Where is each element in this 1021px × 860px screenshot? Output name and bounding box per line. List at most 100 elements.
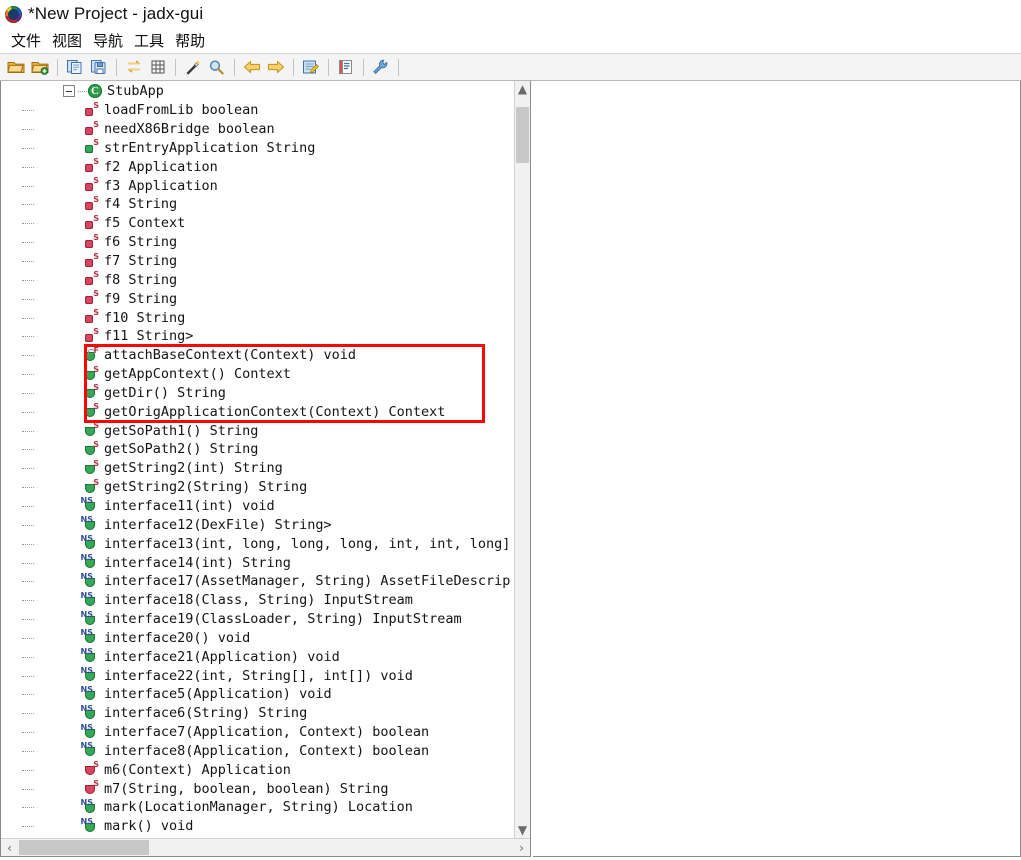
tree-node[interactable]: Sf4 String — [1, 195, 514, 214]
tree-node[interactable]: Sf2 Application — [1, 157, 514, 176]
tree-collapse-toggle[interactable] — [63, 85, 75, 98]
native-static-method-icon: NS — [81, 667, 99, 683]
tree-horizontal-scrollbar[interactable]: ‹ › — [1, 838, 530, 856]
static-field-icon: S — [84, 214, 99, 231]
tree-node[interactable]: NS interface6(String) String — [1, 704, 514, 723]
modifier-badge: F — [93, 345, 99, 355]
tree-node[interactable]: NS interface17(AssetManager, String) Asse… — [1, 572, 514, 591]
flatten-packages-button[interactable] — [146, 57, 169, 78]
tree-node[interactable]: NS mark(LocationManager, String) Location — [1, 798, 514, 817]
arrow-left-icon — [243, 59, 261, 75]
tree-node[interactable]: Sf9 String — [1, 289, 514, 308]
vertical-scroll-thumb[interactable] — [516, 107, 529, 163]
deobfuscation-button[interactable] — [181, 57, 204, 78]
modifier-badge: S — [93, 251, 99, 261]
tree-node[interactable]: NS interface22(int, String[], int[]) void — [1, 666, 514, 685]
menu-help[interactable]: 帮助 — [170, 29, 211, 53]
tree-node[interactable]: SgetOrigApplicationContext(Context) Cont… — [1, 402, 514, 421]
tree-node[interactable]: NS interface7(Application, Context) boole… — [1, 723, 514, 742]
tree-node[interactable]: NS interface5(Application) void — [1, 685, 514, 704]
window-title: *New Project - jadx-gui — [28, 4, 204, 23]
scroll-up-button[interactable]: ▲ — [515, 81, 530, 97]
tree-node[interactable]: SgetDir() String — [1, 384, 514, 403]
back-button[interactable] — [240, 57, 263, 78]
private-static-method-icon: S — [84, 761, 99, 777]
modifier-badge: NS — [80, 553, 93, 563]
tree-node-label: loadFromLib boolean — [104, 102, 259, 119]
tree-node[interactable]: SgetString2(String) String — [1, 478, 514, 497]
grid-icon — [150, 59, 166, 75]
tree-node[interactable]: NS mark() void — [1, 817, 514, 836]
tree-node[interactable]: SgetAppContext() Context — [1, 365, 514, 384]
tree-node[interactable]: NS interface8(Application, Context) boole… — [1, 742, 514, 761]
tree-node[interactable]: Sf6 String — [1, 233, 514, 252]
native-static-method-icon: NS — [81, 742, 99, 758]
tree-node[interactable]: NS interface18(Class, String) InputStream — [1, 591, 514, 610]
tree-node[interactable]: SstrEntryApplication String — [1, 139, 514, 158]
tree-node[interactable]: Sm6(Context) Application — [1, 760, 514, 779]
tree-viewport[interactable]: C StubApp SloadFromLib boolean SneedX86Brid… — [1, 81, 514, 838]
tree-root-node[interactable]: C StubApp — [1, 82, 514, 101]
search-button[interactable] — [205, 57, 228, 78]
menu-navigation[interactable]: 导航 — [88, 29, 129, 53]
tree-node[interactable]: FattachBaseContext(Context) void — [1, 346, 514, 365]
tree-node-label: getString2(int) String — [104, 460, 283, 477]
tree-node[interactable]: Sf10 String — [1, 308, 514, 327]
static-field-icon: S — [84, 309, 99, 325]
open-project-button[interactable] — [28, 57, 51, 78]
tree-node[interactable]: Sf5 Context — [1, 214, 514, 233]
log-viewer-button[interactable] — [334, 57, 357, 78]
native-static-method-icon: NS — [81, 497, 99, 513]
static-method-icon: S — [84, 384, 99, 400]
tree-node-label: f5 Context — [104, 215, 186, 232]
modifier-badge: NS — [80, 703, 93, 713]
preferences-button[interactable] — [299, 57, 322, 78]
tree-node[interactable]: NS interface12(DexFile) String> — [1, 515, 514, 534]
tree-node-label: mark() void — [104, 818, 194, 835]
tree-node[interactable]: SgetString2(int) String — [1, 459, 514, 478]
tree-node[interactable]: SgetSoPath2() String — [1, 440, 514, 459]
forward-button[interactable] — [264, 57, 287, 78]
tree-node[interactable]: SloadFromLib boolean — [1, 101, 514, 120]
tree-vertical-scrollbar[interactable]: ▲ ▼ — [514, 81, 530, 838]
modifier-badge: S — [93, 194, 99, 204]
tree-node[interactable]: Sf11 String> — [1, 327, 514, 346]
tree-node-label: getSoPath2() String — [104, 441, 259, 458]
tree-node-label: interface19(ClassLoader, String) InputSt… — [104, 611, 462, 628]
modifier-badge: NS — [80, 647, 93, 657]
menu-file[interactable]: 文件 — [6, 29, 47, 53]
tree-node[interactable]: NS interface13(int, long, long, long, int… — [1, 534, 514, 553]
tree-area: C StubApp SloadFromLib boolean SneedX86Brid… — [1, 81, 530, 838]
tree-node[interactable]: SgetSoPath1() String — [1, 421, 514, 440]
tree-node[interactable]: NS interface14(int) String — [1, 553, 514, 572]
modifier-badge: NS — [80, 628, 93, 638]
settings-button[interactable] — [369, 57, 392, 78]
scroll-right-button[interactable]: › — [513, 839, 530, 856]
tree-node[interactable]: NS interface20() void — [1, 628, 514, 647]
tree-node-label: f6 String — [104, 234, 178, 251]
tree-node[interactable]: NS interface11(int) void — [1, 497, 514, 516]
tree-node[interactable]: Sf3 Application — [1, 176, 514, 195]
tree-node-label: f3 Application — [104, 177, 218, 194]
tree-node[interactable]: Sf7 String — [1, 252, 514, 271]
open-file-button[interactable] — [4, 57, 27, 78]
modifier-badge: NS — [80, 571, 93, 581]
tree-node[interactable]: Sf8 String — [1, 270, 514, 289]
horizontal-scroll-thumb[interactable] — [19, 840, 149, 855]
tree-node[interactable]: NS interface19(ClassLoader, String) Input… — [1, 610, 514, 629]
tree-node[interactable]: SneedX86Bridge boolean — [1, 120, 514, 139]
tree-node[interactable]: NS interface21(Application) void — [1, 647, 514, 666]
copy-button[interactable] — [63, 57, 86, 78]
scroll-down-button[interactable]: ▼ — [515, 822, 530, 838]
code-view-panel[interactable] — [533, 81, 1021, 857]
menu-view[interactable]: 视图 — [47, 29, 88, 53]
jadx-logo-icon — [5, 5, 22, 23]
menu-tools[interactable]: 工具 — [129, 29, 170, 53]
modifier-badge: NS — [80, 816, 93, 826]
modifier-badge: S — [93, 232, 99, 242]
tree-node[interactable]: Sm7(String, boolean, boolean) String — [1, 779, 514, 798]
sync-button[interactable] — [122, 57, 145, 78]
save-all-button[interactable] — [87, 57, 110, 78]
scroll-left-button[interactable]: ‹ — [1, 839, 18, 856]
tree-node-label: f8 String — [104, 271, 178, 288]
